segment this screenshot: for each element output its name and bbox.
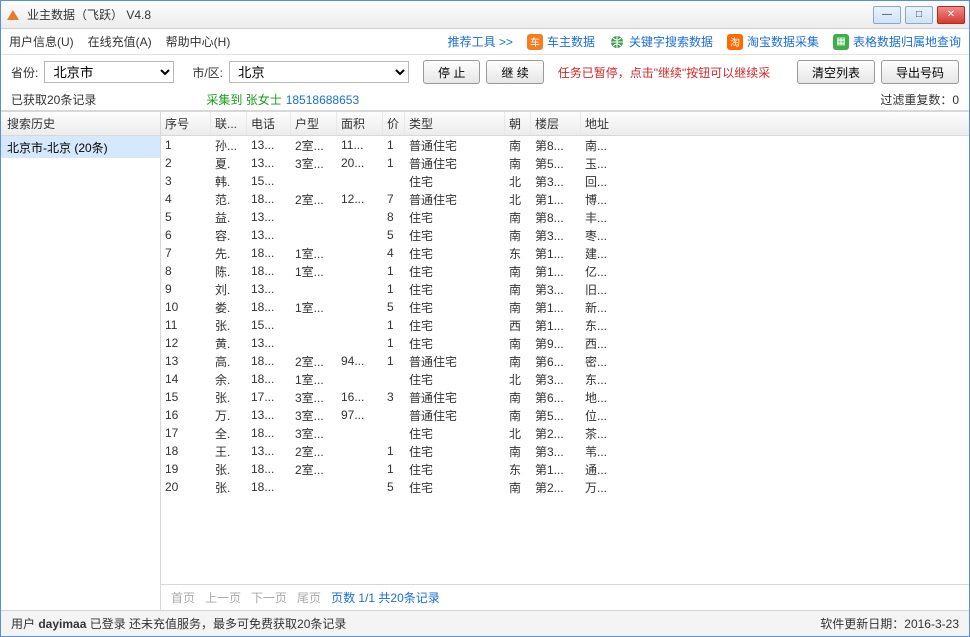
car-data-link[interactable]: 车车主数据	[527, 33, 595, 50]
table-row[interactable]: 1孙...13...2室...11...1普通住宅南第8...南...	[161, 136, 969, 154]
province-select[interactable]: 北京市	[44, 61, 174, 83]
app-icon	[5, 7, 21, 23]
minimize-button[interactable]: —	[873, 6, 901, 24]
col-tel[interactable]: 电话	[247, 112, 291, 135]
clear-button[interactable]: 清空列表	[797, 60, 875, 84]
menubar: 用户信息(U) 在线充值(A) 帮助中心(H) 推荐工具 >> 车车主数据 关键…	[1, 29, 969, 55]
taobao-link[interactable]: 淘淘宝数据采集	[727, 33, 819, 50]
close-button[interactable]: ✕	[937, 6, 965, 24]
update-date: 软件更新日期：2016-3-23	[820, 615, 959, 632]
table-row[interactable]: 16万.13...3室...97...普通住宅南第5...位...	[161, 406, 969, 424]
col-price[interactable]: 价	[383, 112, 405, 135]
collect-info: 采集到 张女士18518688653	[206, 91, 359, 108]
province-label: 省份:	[11, 64, 38, 81]
table-row[interactable]: 13高.18...2室...94...1普通住宅南第6...密...	[161, 352, 969, 370]
pager-first[interactable]: 首页	[171, 589, 195, 606]
city-label: 市/区:	[192, 64, 223, 81]
window-title: 业主数据（飞跃） V4.8	[27, 6, 873, 23]
col-type[interactable]: 户型	[291, 112, 337, 135]
table-link[interactable]: ▦表格数据归属地查询	[833, 33, 961, 50]
recommend-link[interactable]: 推荐工具 >>	[448, 33, 513, 50]
table-row[interactable]: 14余.18...1室...住宅北第3...东...	[161, 370, 969, 388]
table-row[interactable]: 15张.17...3室...16...3普通住宅南第6...地...	[161, 388, 969, 406]
table-row[interactable]: 7先.18...1室...4住宅东第1...建...	[161, 244, 969, 262]
pause-notice: 任务已暂停，点击"继续"按钮可以继续采	[558, 64, 771, 81]
col-ptype[interactable]: 类型	[405, 112, 505, 135]
table-row[interactable]: 12黄.13...1住宅南第9...西...	[161, 334, 969, 352]
continue-button[interactable]: 继 续	[486, 60, 543, 84]
status-row: 已获取20条记录 采集到 张女士18518688653 过滤重复数：0	[1, 89, 969, 111]
titlebar: 业主数据（飞跃） V4.8 — □ ✕	[1, 1, 969, 29]
pager-info: 页数 1/1 共20条记录	[331, 589, 440, 606]
table-row[interactable]: 17全.18...3室...住宅北第2...茶...	[161, 424, 969, 442]
table-row[interactable]: 4范.18...2室...12...7普通住宅北第1...博...	[161, 190, 969, 208]
city-select[interactable]: 北京	[229, 61, 409, 83]
got-count: 已获取20条记录	[11, 91, 96, 108]
dedupe-count: 过滤重复数：0	[880, 91, 959, 108]
table-row[interactable]: 19张.18...2室...1住宅东第1...通...	[161, 460, 969, 478]
sidebar-header: 搜索历史	[1, 112, 160, 136]
col-name[interactable]: 联...	[211, 112, 247, 135]
bottom-bar: 用户 dayimaa 已登录 还未充值服务，最多可免费获取20条记录 软件更新日…	[1, 610, 969, 636]
col-area[interactable]: 面积	[337, 112, 383, 135]
col-floor[interactable]: 楼层	[531, 112, 581, 135]
keyword-link[interactable]: 关键字搜索数据	[609, 33, 713, 50]
col-dir[interactable]: 朝	[505, 112, 531, 135]
table-row[interactable]: 9刘.13...1住宅南第3...旧...	[161, 280, 969, 298]
table-body: 1孙...13...2室...11...1普通住宅南第8...南...2夏.13…	[161, 136, 969, 584]
menu-help[interactable]: 帮助中心(H)	[166, 33, 231, 50]
sidebar: 搜索历史 北京市-北京 (20条)	[1, 112, 161, 610]
col-seq[interactable]: 序号	[161, 112, 211, 135]
taobao-icon: 淘	[727, 34, 743, 50]
pager-prev[interactable]: 上一页	[205, 589, 241, 606]
menu-user[interactable]: 用户信息(U)	[9, 33, 74, 50]
table-row[interactable]: 11张.15...1住宅西第1...东...	[161, 316, 969, 334]
pager-next[interactable]: 下一页	[251, 589, 287, 606]
maximize-button[interactable]: □	[905, 6, 933, 24]
car-icon: 车	[527, 34, 543, 50]
table-row[interactable]: 18王.13...2室...1住宅南第3...苇...	[161, 442, 969, 460]
export-button[interactable]: 导出号码	[881, 60, 959, 84]
table-row[interactable]: 2夏.13...3室...20...1普通住宅南第5...玉...	[161, 154, 969, 172]
table-header: 序号 联... 电话 户型 面积 价 类型 朝 楼层 地址	[161, 112, 969, 136]
table-row[interactable]: 5益.13...8住宅南第8...丰...	[161, 208, 969, 226]
pager: 首页 上一页 下一页 尾页 页数 1/1 共20条记录	[161, 584, 969, 610]
menu-recharge[interactable]: 在线充值(A)	[88, 33, 152, 50]
filter-bar: 省份: 北京市 市/区: 北京 停 止 继 续 任务已暂停，点击"继续"按钮可以…	[1, 55, 969, 89]
table-row[interactable]: 10娄.18...1室...5住宅南第1...新...	[161, 298, 969, 316]
history-item[interactable]: 北京市-北京 (20条)	[1, 136, 160, 158]
table-row[interactable]: 20张.18...5住宅南第2...万...	[161, 478, 969, 496]
login-msg: 用户 dayimaa 已登录 还未充值服务，最多可免费获取20条记录	[11, 615, 346, 632]
table-row[interactable]: 8陈.18...1室...1住宅南第1...亿...	[161, 262, 969, 280]
globe-icon	[609, 34, 625, 50]
table-row[interactable]: 6容.13...5住宅南第3...枣...	[161, 226, 969, 244]
table-row[interactable]: 3韩.15...住宅北第3...回...	[161, 172, 969, 190]
pager-last[interactable]: 尾页	[297, 589, 321, 606]
stop-button[interactable]: 停 止	[423, 60, 480, 84]
table-icon: ▦	[833, 34, 849, 50]
col-addr[interactable]: 地址	[581, 112, 969, 135]
